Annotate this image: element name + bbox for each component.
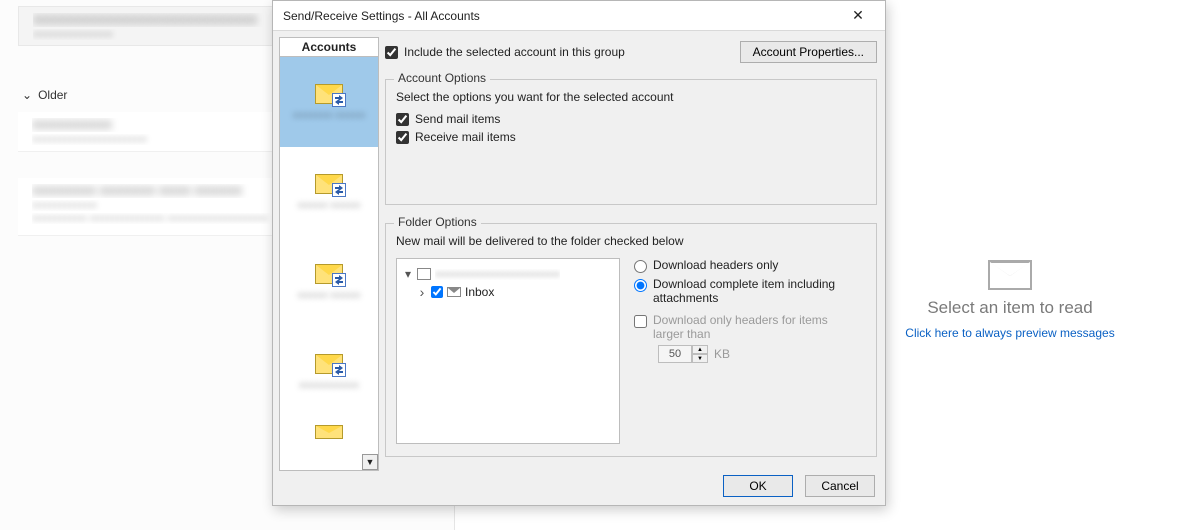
- older-label: Older: [38, 88, 67, 102]
- account-item[interactable]: xxxxxx xxxxxx: [280, 237, 378, 327]
- mailbox-icon: [417, 268, 431, 280]
- kb-value-input[interactable]: [658, 345, 692, 363]
- envelope-icon: [447, 287, 461, 297]
- kb-unit-label: KB: [714, 347, 730, 361]
- account-item[interactable]: xxxxxx xxxxxx: [280, 147, 378, 237]
- download-complete-radio[interactable]: Download complete item including attachm…: [634, 277, 866, 305]
- chevron-right-icon: [417, 284, 427, 300]
- preview-messages-link[interactable]: Click here to always preview messages: [905, 326, 1114, 340]
- cancel-button[interactable]: Cancel: [805, 475, 875, 497]
- spinner-down-button[interactable]: ▼: [692, 354, 708, 363]
- dialog-titlebar: Send/Receive Settings - All Accounts ✕: [273, 1, 885, 31]
- send-mail-checkbox[interactable]: Send mail items: [396, 112, 500, 126]
- older-section-header[interactable]: ⌄ Older: [22, 88, 67, 102]
- spinner-up-button[interactable]: ▲: [692, 345, 708, 354]
- tree-inbox-node[interactable]: Inbox: [403, 283, 613, 301]
- close-button[interactable]: ✕: [841, 5, 875, 27]
- chevron-down-icon: ⌄: [22, 88, 32, 102]
- receive-mail-checkbox[interactable]: Receive mail items: [396, 130, 516, 144]
- folder-tree[interactable]: xxxxxxxxxxxxxxxxxxxxxxxxx Inbox: [396, 258, 620, 444]
- accounts-column-header: Accounts: [279, 37, 379, 57]
- envelope-icon: [988, 260, 1032, 290]
- account-properties-button[interactable]: Account Properties...: [740, 41, 877, 63]
- dialog-title: Send/Receive Settings - All Accounts: [283, 9, 480, 23]
- account-icon: [315, 425, 343, 439]
- inbox-label: Inbox: [465, 285, 494, 299]
- account-item[interactable]: xxxxxxxx xxxxxx: [280, 57, 378, 147]
- ok-button[interactable]: OK: [723, 475, 793, 497]
- reading-pane-title: Select an item to read: [927, 298, 1092, 318]
- tree-account-node[interactable]: xxxxxxxxxxxxxxxxxxxxxxxxx: [403, 265, 613, 283]
- kb-spinner[interactable]: ▲ ▼: [658, 345, 708, 363]
- account-item[interactable]: xxxxxxxxxxxx: [280, 327, 378, 417]
- account-options-hint: Select the options you want for the sele…: [396, 90, 866, 104]
- download-large-headers-checkbox[interactable]: Download only headers for items larger t…: [634, 313, 866, 341]
- send-receive-settings-dialog: Send/Receive Settings - All Accounts ✕ A…: [272, 0, 886, 506]
- download-headers-only-radio[interactable]: Download headers only: [634, 258, 866, 273]
- scroll-down-button[interactable]: ▼: [362, 454, 378, 470]
- account-icon: [315, 84, 343, 104]
- include-account-checkbox[interactable]: Include the selected account in this gro…: [385, 45, 625, 59]
- folder-options-hint: New mail will be delivered to the folder…: [396, 234, 866, 248]
- chevron-down-icon: [403, 267, 413, 281]
- account-icon: [315, 264, 343, 284]
- accounts-list[interactable]: xxxxxxxx xxxxxx xxxxxx xxxxxx xxxxxx xxx…: [279, 57, 379, 471]
- account-icon: [315, 174, 343, 194]
- account-options-legend: Account Options: [394, 71, 490, 85]
- inbox-checkbox[interactable]: [431, 286, 443, 298]
- account-icon: [315, 354, 343, 374]
- folder-options-legend: Folder Options: [394, 215, 481, 229]
